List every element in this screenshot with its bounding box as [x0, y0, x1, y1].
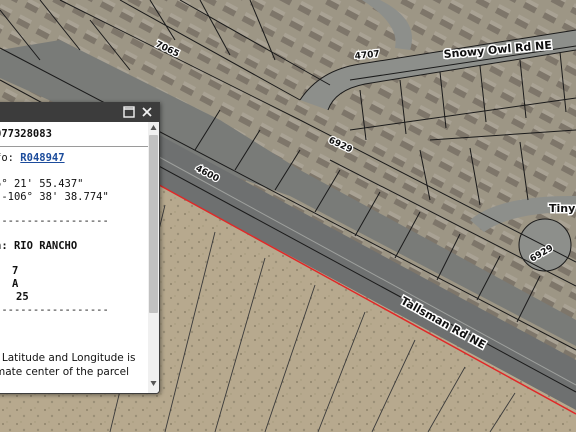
value-row: 25 [16, 291, 29, 303]
note-text: : Latitude and Longitude is [0, 352, 136, 364]
maximize-icon[interactable] [122, 105, 136, 119]
city-value: n: RIO RANCHO [0, 240, 78, 252]
parcel-info-popup: 077328083 fo: R048947 5° 21' 55.437" -10… [0, 102, 160, 394]
scroll-down-icon[interactable] [150, 380, 157, 387]
value-row: A [12, 278, 19, 290]
street-label-tiny: Tiny [549, 202, 575, 215]
longitude-value: -106° 38' 38.774" [0, 191, 109, 203]
info-row: fo: R048947 [0, 152, 65, 165]
value-row: 7 [12, 265, 19, 277]
close-icon[interactable] [140, 105, 154, 119]
separator-line: ------------------ [0, 215, 109, 227]
info-label: fo: [0, 152, 14, 164]
note-heading: : [0, 327, 1, 340]
parcel-id: 077328083 [0, 128, 52, 140]
account-link[interactable]: R048947 [20, 152, 64, 164]
popup-body: 077328083 fo: R048947 5° 21' 55.437" -10… [0, 122, 148, 393]
separator-line: ------------------ [0, 304, 109, 316]
latitude-value: 5° 21' 55.437" [0, 178, 84, 190]
divider [0, 146, 148, 147]
popup-scrollbar[interactable] [148, 122, 159, 393]
note-text: mate center of the parcel [0, 366, 130, 378]
scroll-up-icon[interactable] [150, 124, 157, 131]
popup-header [0, 103, 159, 122]
scrollbar-thumb[interactable] [149, 135, 158, 313]
